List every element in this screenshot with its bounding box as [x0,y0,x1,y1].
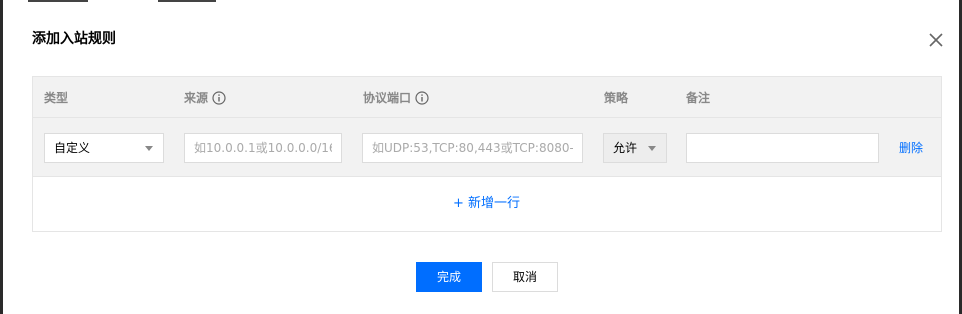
port-input[interactable] [362,133,583,163]
column-header-source: 来源 [184,90,226,106]
type-select[interactable]: 自定义 [44,133,164,163]
close-icon[interactable] [927,31,945,49]
column-header-port: 协议端口 [363,90,429,106]
column-header-type-label: 类型 [44,91,69,105]
source-input[interactable] [184,133,342,163]
column-header-remark-label: 备注 [686,91,711,105]
type-select-value: 自定义 [54,141,91,155]
policy-select[interactable]: 允许 [603,133,667,163]
background-fragment [158,0,216,2]
background-window-edge-left [0,0,3,314]
column-header-policy-label: 策略 [604,91,629,105]
remark-input[interactable] [686,133,879,163]
table-row: 自定义 允许 删除 [33,118,941,177]
add-row-area: + 新增一行 [33,177,941,231]
caret-down-icon [145,146,153,151]
column-header-policy: 策略 [604,90,628,106]
rules-table: 类型 来源 协议端口 策略 备注 自定义 如10.0.0.1或10.0.0.0/… [32,76,942,232]
column-header-source-label: 来源 [184,91,209,105]
table-header: 类型 来源 协议端口 策略 备注 [33,77,941,118]
add-row-link[interactable]: + 新增一行 [453,196,520,212]
column-header-port-label: 协议端口 [363,91,412,105]
background-window-strip [0,0,962,3]
info-circle-icon[interactable] [212,91,226,105]
info-circle-icon[interactable] [415,91,429,105]
column-header-type: 类型 [44,90,68,106]
background-fragment [28,0,88,2]
cancel-button[interactable]: 取消 [492,262,558,292]
delete-row-link[interactable]: 删除 [899,140,923,156]
dialog-title: 添加入站规则 [32,31,116,47]
policy-select-value: 允许 [613,141,638,155]
column-header-remark: 备注 [686,90,710,106]
confirm-button[interactable]: 完成 [416,262,482,292]
caret-down-icon [648,146,656,151]
